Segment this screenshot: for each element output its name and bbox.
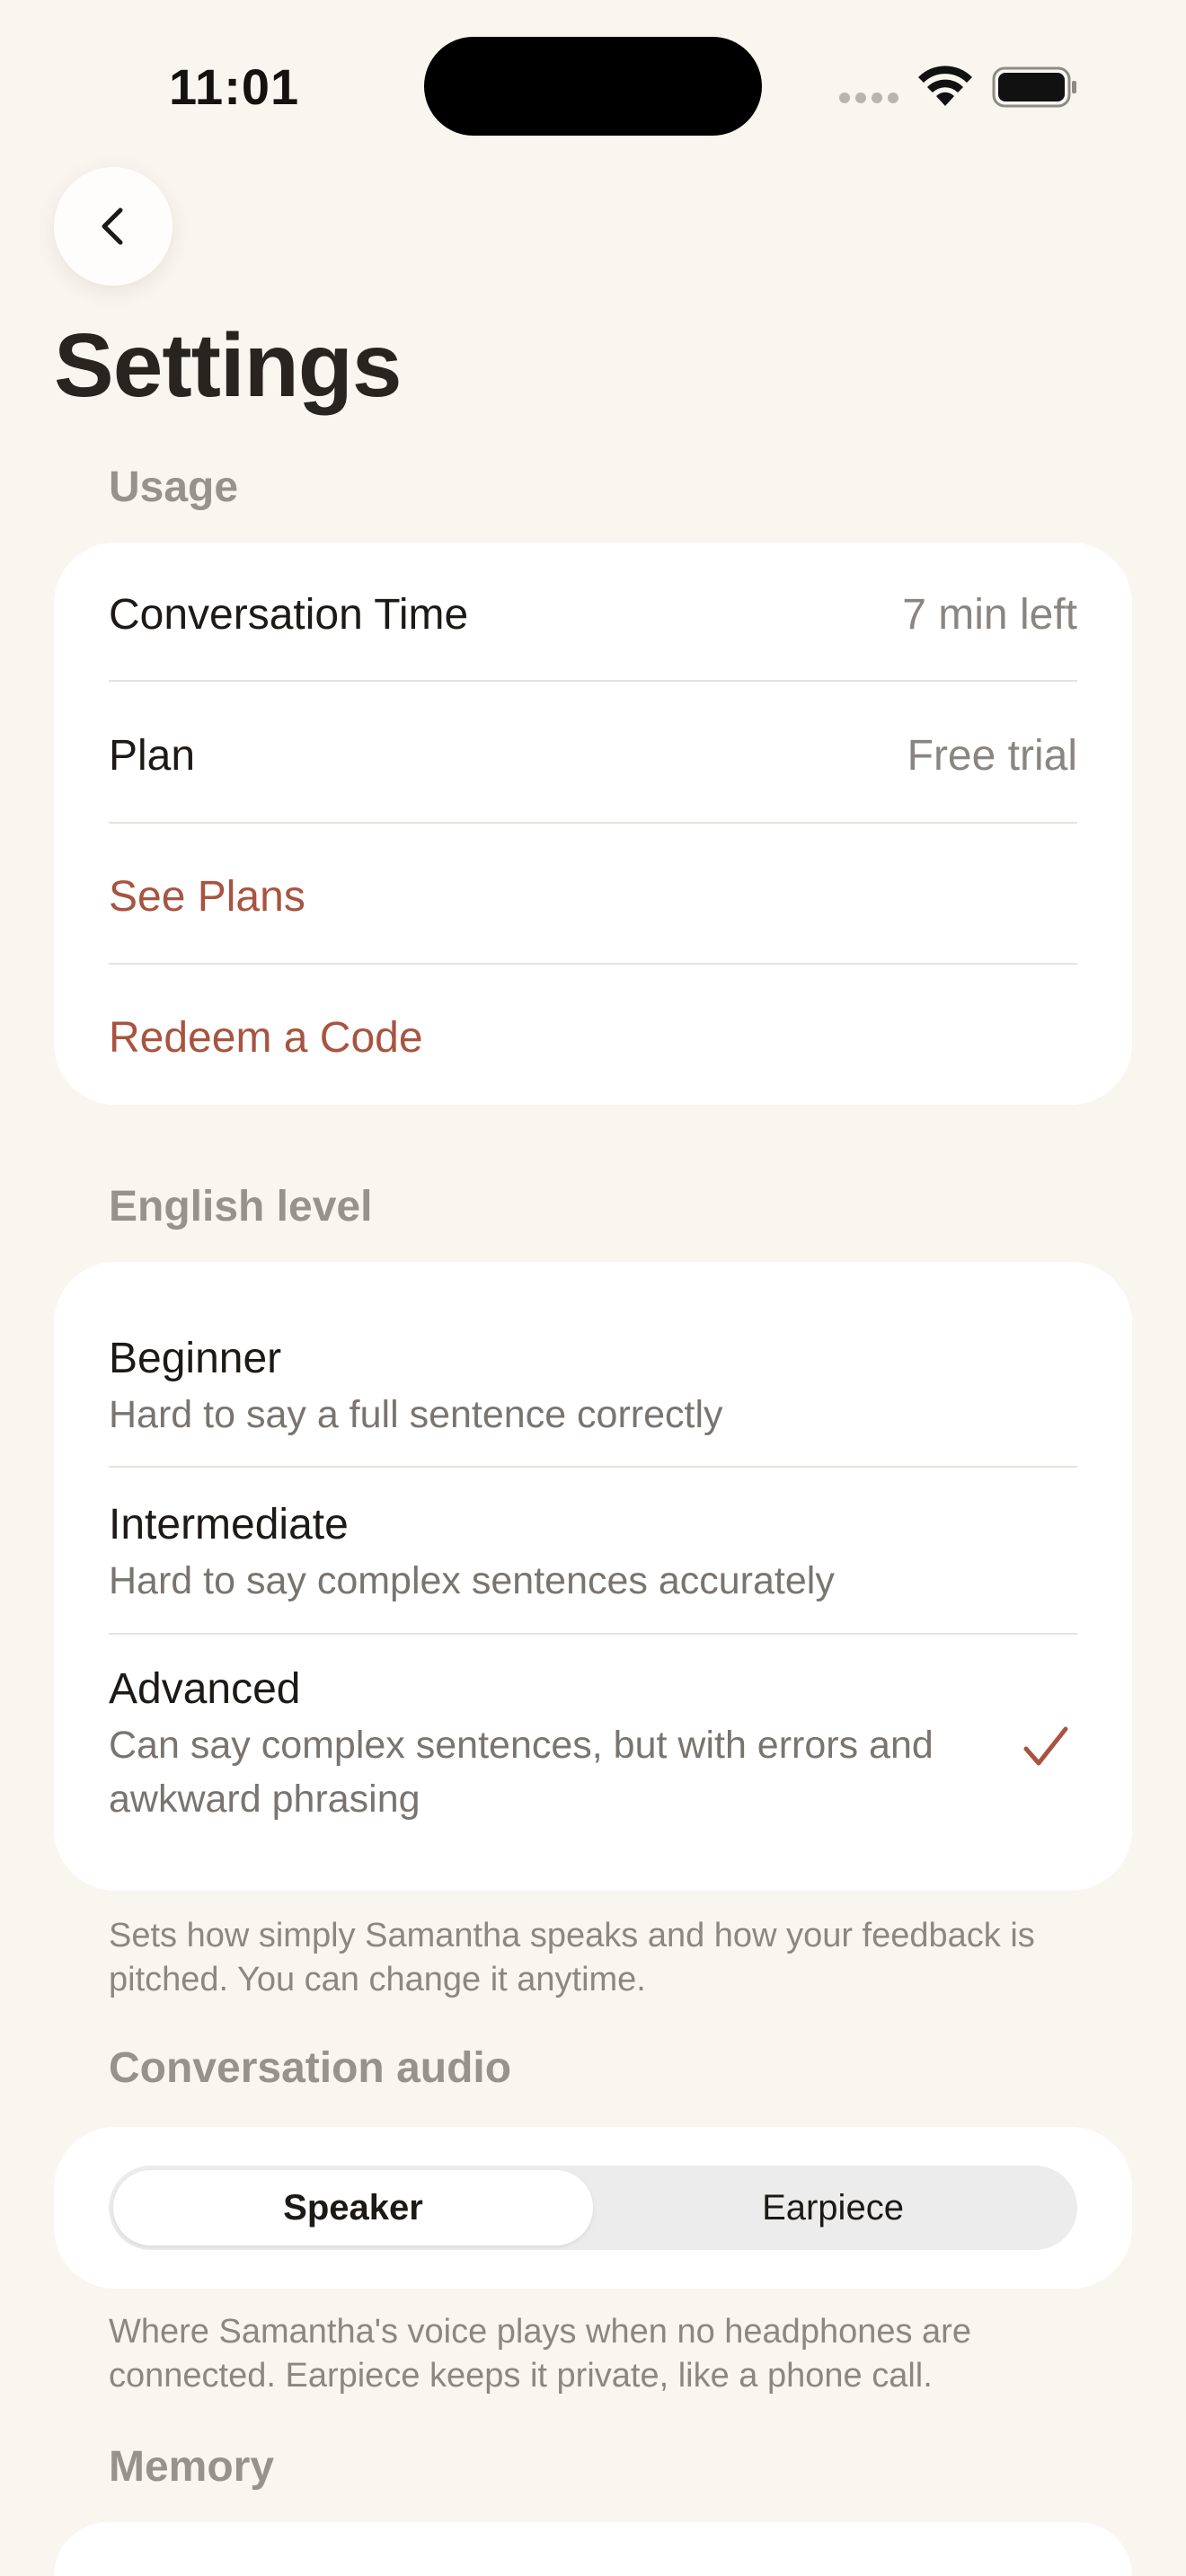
audio-output-segmented-control: Speaker Earpiece <box>109 2166 1077 2250</box>
conversation-time-label: Conversation Time <box>109 590 469 639</box>
level-title: Advanced <box>109 1665 301 1713</box>
section-label-conversation-audio: Conversation audio <box>109 2044 512 2092</box>
redeem-code-label: Redeem a Code <box>109 1013 423 1062</box>
level-title: Beginner <box>109 1335 282 1382</box>
level-option-beginner[interactable]: Beginner Hard to say a full sentence cor… <box>109 1330 1077 1442</box>
battery-icon <box>992 66 1076 108</box>
level-description: Hard to say complex sentences accurately <box>109 1559 835 1602</box>
see-plans-link[interactable]: See Plans <box>109 869 1077 923</box>
level-option-advanced[interactable]: Advanced Can say complex sentences, but … <box>109 1661 1077 1826</box>
plan-value: Free trial <box>907 731 1077 780</box>
conversation-audio-card: Speaker Earpiece <box>54 2127 1132 2289</box>
back-button[interactable] <box>54 167 173 286</box>
level-description: Can say complex sentences, but with erro… <box>109 1724 934 1821</box>
level-description: Hard to say a full sentence correctly <box>109 1393 723 1436</box>
wifi-icon <box>918 66 972 106</box>
divider <box>109 680 1077 682</box>
divider <box>109 822 1077 824</box>
usage-card: Conversation Time 7 min left Plan Free t… <box>54 543 1132 1105</box>
section-label-usage: Usage <box>109 463 239 511</box>
divider <box>109 1633 1077 1635</box>
divider <box>109 1466 1077 1468</box>
memory-card <box>54 2522 1132 2576</box>
english-level-footnote: Sets how simply Samantha speaks and how … <box>109 1917 1035 1998</box>
section-label-memory: Memory <box>109 2443 275 2491</box>
section-label-english-level: English level <box>109 1183 373 1231</box>
english-level-card: Beginner Hard to say a full sentence cor… <box>54 1262 1132 1891</box>
divider <box>109 963 1077 965</box>
cellular-signal-icon <box>839 93 898 103</box>
chevron-left-icon <box>102 207 123 245</box>
checkmark-icon <box>1023 1726 1068 1766</box>
status-time: 11:01 <box>169 58 300 115</box>
page-title: Settings <box>54 315 402 416</box>
redeem-code-link[interactable]: Redeem a Code <box>109 1010 1077 1064</box>
status-bar: 11:01 <box>0 0 1186 171</box>
plan-row[interactable]: Plan Free trial <box>109 728 1077 782</box>
level-title: Intermediate <box>109 1501 349 1548</box>
segment-earpiece[interactable]: Earpiece <box>593 2170 1073 2245</box>
plan-label: Plan <box>109 731 196 780</box>
conversation-time-row[interactable]: Conversation Time 7 min left <box>109 587 1077 641</box>
see-plans-label: See Plans <box>109 872 305 921</box>
level-option-intermediate[interactable]: Intermediate Hard to say complex sentenc… <box>109 1496 1077 1608</box>
conversation-time-value: 7 min left <box>902 590 1077 639</box>
segment-speaker[interactable]: Speaker <box>113 2170 593 2245</box>
dynamic-island <box>424 37 762 136</box>
conversation-audio-footnote: Where Samantha's voice plays when no hea… <box>109 2313 971 2395</box>
